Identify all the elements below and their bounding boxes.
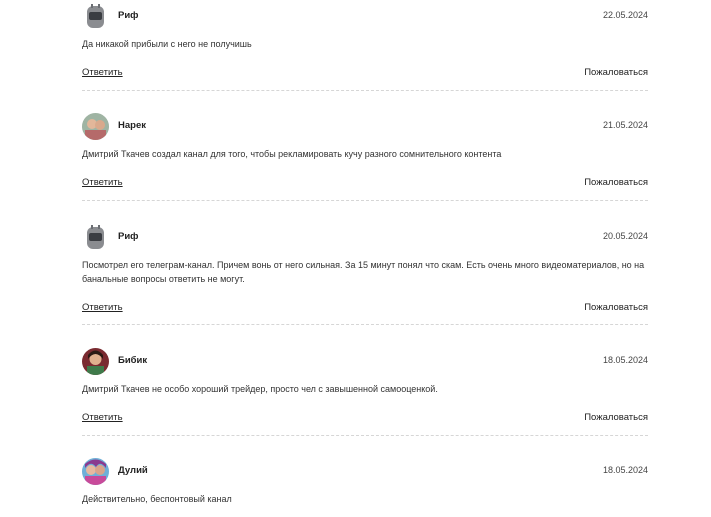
comment-text-line: Дмитрий Ткачев создал канал для того, чт… bbox=[82, 149, 502, 159]
comment-text-line: Дмитрий Ткачев не особо хороший трейдер,… bbox=[82, 384, 438, 394]
comment-actions: Ответить Пожаловаться bbox=[82, 302, 648, 316]
comment-author[interactable]: Риф bbox=[118, 231, 139, 242]
comment-text-line: Действительно, беспонтовый канал bbox=[82, 494, 232, 504]
comment-divider bbox=[82, 200, 648, 201]
comment-text: Дмитрий Ткачев не особо хороший трейдер,… bbox=[82, 382, 648, 396]
comment-date: 22.05.2024 bbox=[602, 10, 648, 20]
comment-text-line: банальные вопросы ответить не могут. bbox=[82, 274, 245, 284]
comment-text: Посмотрел его телеграм-канал. Причем вон… bbox=[82, 258, 648, 286]
comment-text-line: Да никакой прибыли с него не получишь bbox=[82, 39, 252, 49]
comment: Нарек 21.05.2024 Дмитрий Ткачев создал к… bbox=[82, 113, 648, 201]
comment: Риф 20.05.2024 Посмотрел его телеграм-ка… bbox=[82, 224, 648, 325]
reply-link[interactable]: Ответить bbox=[82, 67, 123, 78]
report-link[interactable]: Пожаловаться bbox=[584, 67, 648, 78]
comment-text: Действительно, беспонтовый канал bbox=[82, 492, 648, 506]
comment-header: Бибик 18.05.2024 bbox=[82, 348, 648, 376]
comment-date: 20.05.2024 bbox=[602, 231, 648, 241]
comment-date: 18.05.2024 bbox=[602, 465, 648, 475]
comment-actions: Ответить Пожаловаться bbox=[82, 177, 648, 191]
comments-page: Риф 22.05.2024 Да никакой прибыли с него… bbox=[0, 0, 711, 517]
report-link[interactable]: Пожаловаться bbox=[584, 302, 648, 313]
photo-avatar bbox=[82, 458, 109, 485]
robot-avatar bbox=[82, 224, 109, 251]
reply-link[interactable]: Ответить bbox=[82, 302, 123, 313]
comment-text: Да никакой прибыли с него не получишь bbox=[82, 37, 648, 51]
comment-author[interactable]: Риф bbox=[118, 10, 139, 21]
comment-date: 21.05.2024 bbox=[602, 120, 648, 130]
comment: Бибик 18.05.2024 Дмитрий Ткачев не особо… bbox=[82, 348, 648, 436]
comment-header: Нарек 21.05.2024 bbox=[82, 113, 648, 141]
robot-avatar bbox=[82, 3, 109, 30]
comment-author[interactable]: Нарек bbox=[118, 120, 146, 131]
comment-text: Дмитрий Ткачев создал канал для того, чт… bbox=[82, 147, 648, 161]
comment-actions: Ответить Пожаловаться bbox=[82, 412, 648, 426]
reply-link[interactable]: Ответить bbox=[82, 177, 123, 188]
comment-divider bbox=[82, 90, 648, 91]
comment-text-line: Посмотрел его телеграм-канал. Причем вон… bbox=[82, 260, 645, 270]
comment-header: Риф 20.05.2024 bbox=[82, 224, 648, 252]
comment-divider bbox=[82, 435, 648, 436]
comment-divider bbox=[82, 324, 648, 325]
comment: Дулий 18.05.2024 Действительно, беспонто… bbox=[82, 458, 648, 504]
comment-date: 18.05.2024 bbox=[602, 355, 648, 365]
comment: Риф 22.05.2024 Да никакой прибыли с него… bbox=[82, 3, 648, 91]
report-link[interactable]: Пожаловаться bbox=[584, 177, 648, 188]
comment-author[interactable]: Бибик bbox=[118, 355, 147, 366]
photo-avatar bbox=[82, 348, 109, 375]
comment-header: Риф 22.05.2024 bbox=[82, 3, 648, 31]
reply-link[interactable]: Ответить bbox=[82, 412, 123, 423]
comment-actions: Ответить Пожаловаться bbox=[82, 67, 648, 81]
comment-author[interactable]: Дулий bbox=[118, 465, 148, 476]
comment-header: Дулий 18.05.2024 bbox=[82, 458, 648, 486]
report-link[interactable]: Пожаловаться bbox=[584, 412, 648, 423]
photo-avatar bbox=[82, 113, 109, 140]
